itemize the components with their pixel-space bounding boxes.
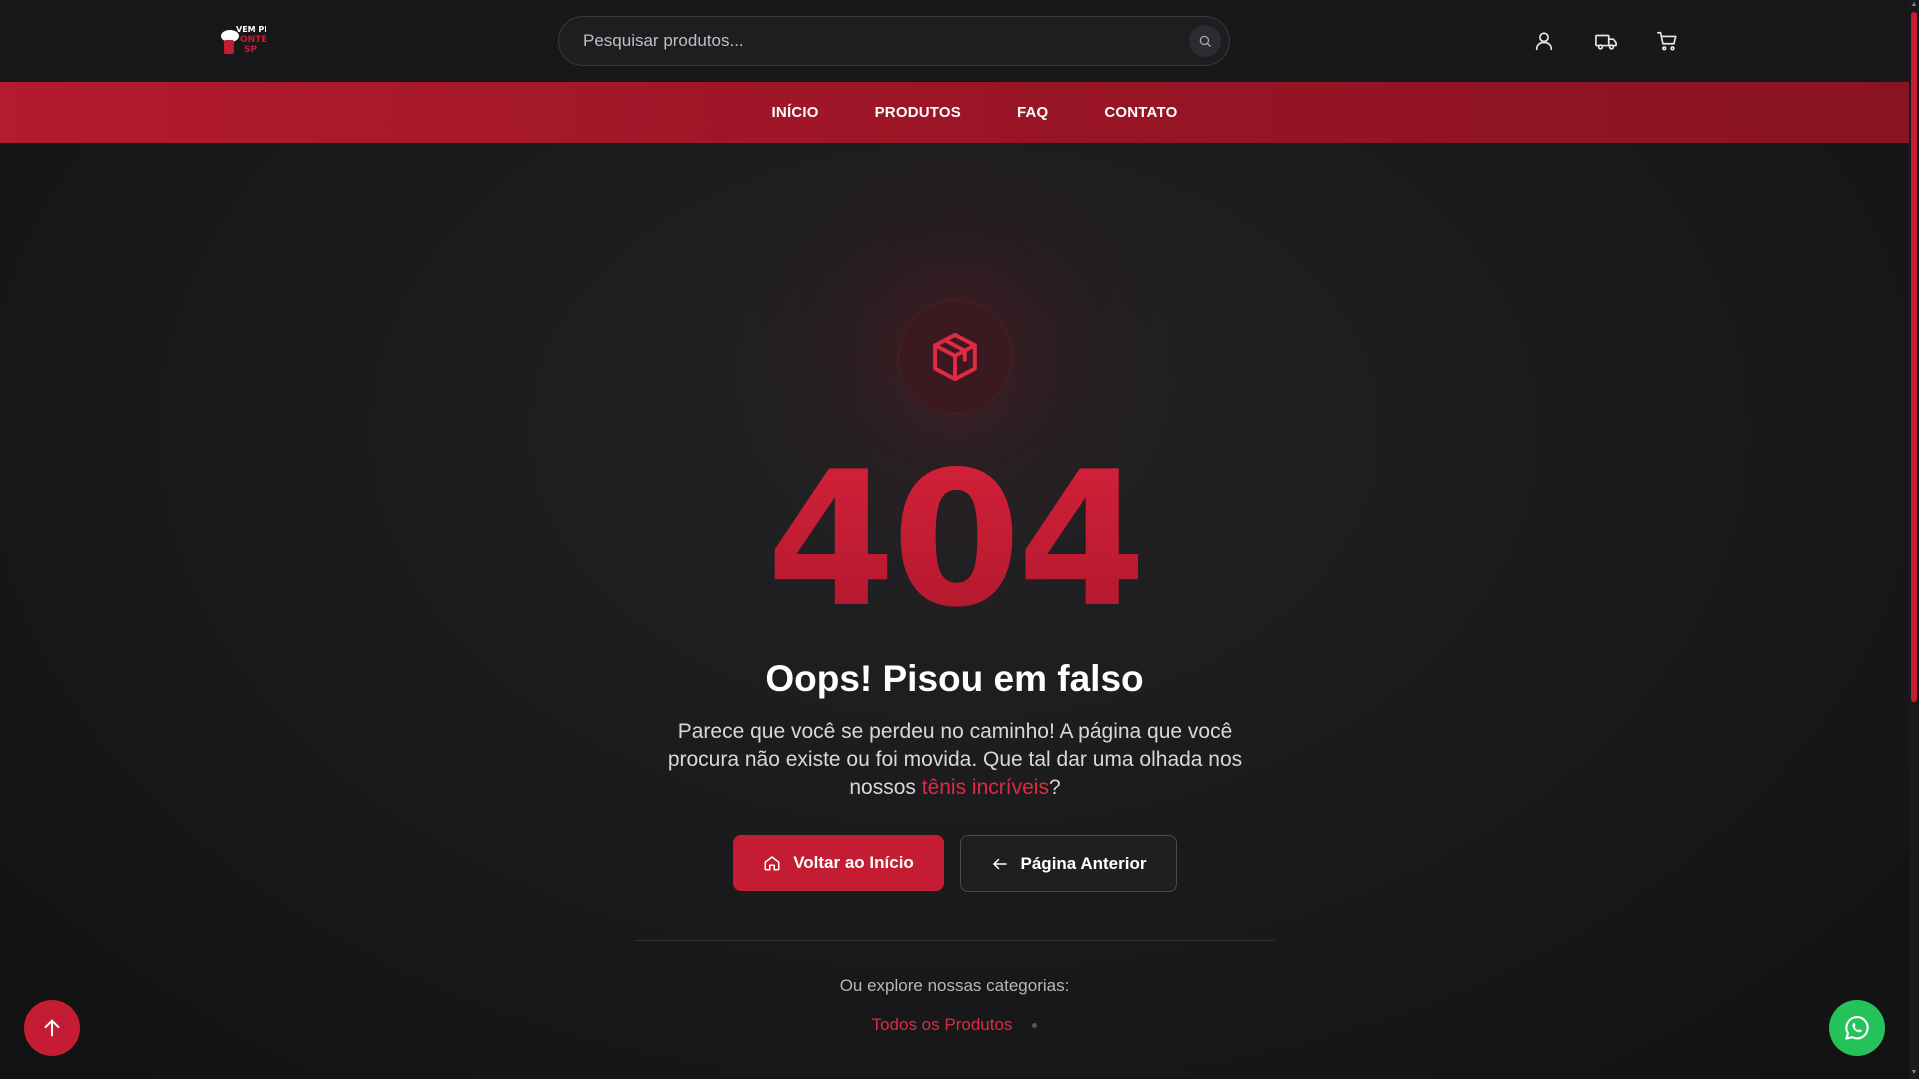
page-title: Oops! Pisou em falso <box>765 658 1144 699</box>
nav-item-inicio[interactable]: INÍCIO <box>772 104 819 121</box>
whatsapp-button[interactable] <box>1829 1000 1885 1056</box>
nav-item-contato[interactable]: CONTATO <box>1104 104 1177 121</box>
divider <box>635 940 1275 941</box>
page: VEM PRA ONTE SP INÍCIO PRODUTOS FAQ CONT… <box>0 0 1909 1079</box>
back-home-button[interactable]: Voltar ao Início <box>733 835 944 891</box>
nav-item-faq[interactable]: FAQ <box>1017 104 1048 121</box>
error-code: 404 <box>0 445 1909 635</box>
page-scrollbar[interactable]: ▲ ▼ <box>1909 0 1919 1079</box>
account-button[interactable] <box>1531 28 1557 54</box>
truck-icon <box>1595 34 1617 50</box>
user-icon <box>1535 32 1553 51</box>
previous-page-label: Página Anterior <box>1020 853 1147 873</box>
scroll-down-arrow[interactable]: ▼ <box>1910 1069 1918 1077</box>
home-icon <box>764 856 780 871</box>
category-links: Todos os Produtos <box>0 1015 1909 1035</box>
scrollbar-thumb[interactable] <box>1911 12 1917 702</box>
svg-text:VEM PRA: VEM PRA <box>236 25 266 34</box>
scroll-to-top-button[interactable] <box>24 1000 80 1056</box>
main-nav: INÍCIO PRODUTOS FAQ CONTATO <box>0 82 1909 143</box>
svg-text:SP: SP <box>244 45 257 55</box>
arrow-up-icon <box>44 1019 60 1037</box>
site-header: VEM PRA ONTE SP <box>0 0 1909 82</box>
back-home-label: Voltar ao Início <box>793 853 914 872</box>
nav-item-produtos[interactable]: PRODUTOS <box>875 104 961 121</box>
separator-dot <box>1032 1022 1038 1028</box>
description-end: ? <box>1048 776 1061 799</box>
svg-text:ONTE: ONTE <box>240 35 266 45</box>
cart-icon <box>1657 31 1677 51</box>
explore-categories-label: Ou explore nossas categorias: <box>839 976 1070 995</box>
error-description: Parece que você se perdeu no caminho! A … <box>655 718 1255 802</box>
arrow-left-icon <box>992 858 1007 869</box>
cart-button[interactable] <box>1654 28 1680 54</box>
track-order-button[interactable] <box>1593 28 1619 54</box>
scroll-up-arrow[interactable]: ▲ <box>1910 1 1918 9</box>
whatsapp-icon <box>1845 1016 1869 1040</box>
search-bar <box>558 16 1230 66</box>
search-button[interactable] <box>1189 25 1221 57</box>
sneakers-link[interactable]: tênis incríveis <box>922 776 1049 799</box>
site-logo[interactable]: VEM PRA ONTE SP <box>218 22 277 62</box>
category-link-all-products[interactable]: Todos os Produtos <box>872 1015 1013 1035</box>
search-icon <box>1199 35 1211 47</box>
package-badge <box>898 300 1012 414</box>
search-input[interactable] <box>583 31 1189 51</box>
package-icon <box>933 332 977 382</box>
previous-page-button[interactable]: Página Anterior <box>960 835 1177 892</box>
